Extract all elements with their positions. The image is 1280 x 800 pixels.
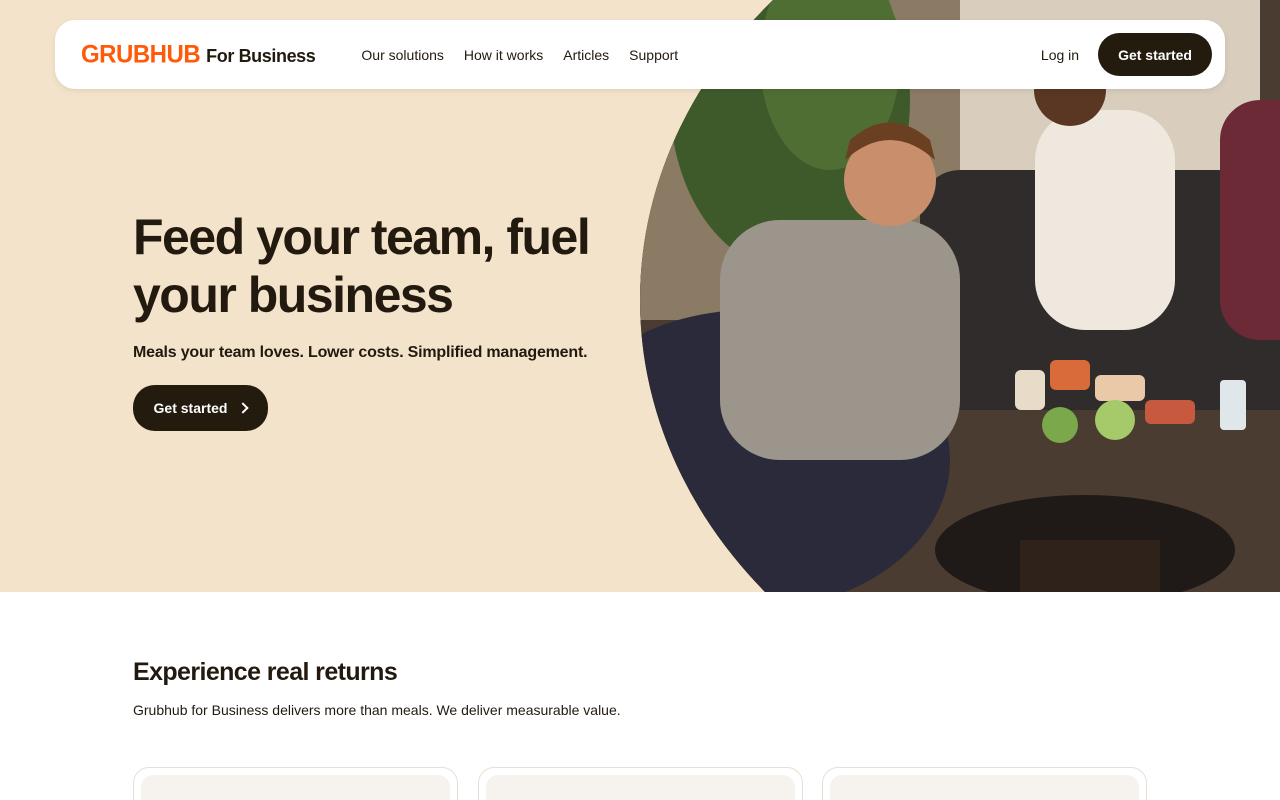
hero-section: GRUBHUB For Business Our solutions How i…	[0, 0, 1280, 592]
value-card-image	[830, 775, 1139, 800]
logo-brand-text: GRUBHUB	[81, 39, 201, 69]
grubhub-logo[interactable]: GRUBHUB For Business	[81, 39, 316, 69]
nav-link-articles[interactable]: Articles	[563, 47, 609, 63]
returns-subtitle: Grubhub for Business delivers more than …	[133, 702, 621, 718]
value-card-image	[486, 775, 795, 800]
login-link[interactable]: Log in	[1041, 47, 1079, 63]
hero-cta-label: Get started	[153, 400, 228, 416]
chevron-right-icon	[237, 402, 250, 414]
value-card-image	[141, 775, 450, 800]
value-card-1[interactable]	[133, 767, 458, 800]
nav-actions: Log in Get started	[1041, 33, 1212, 76]
hero-headline: Feed your team, fuel your business	[133, 209, 591, 323]
hero-subline: Meals your team loves. Lower costs. Simp…	[133, 344, 588, 361]
nav-get-started-button[interactable]: Get started	[1098, 33, 1212, 76]
nav-links: Our solutions How it works Articles Supp…	[361, 47, 678, 63]
hero-get-started-button[interactable]: Get started	[133, 385, 268, 431]
top-nav: GRUBHUB For Business Our solutions How i…	[55, 20, 1225, 89]
nav-link-our-solutions[interactable]: Our solutions	[361, 47, 443, 63]
returns-title: Experience real returns	[133, 658, 398, 686]
value-card-3[interactable]	[822, 767, 1147, 800]
nav-link-how-it-works[interactable]: How it works	[464, 47, 543, 63]
logo-sub-text: For Business	[206, 45, 316, 66]
nav-link-support[interactable]: Support	[629, 47, 678, 63]
value-card-2[interactable]	[478, 767, 803, 800]
